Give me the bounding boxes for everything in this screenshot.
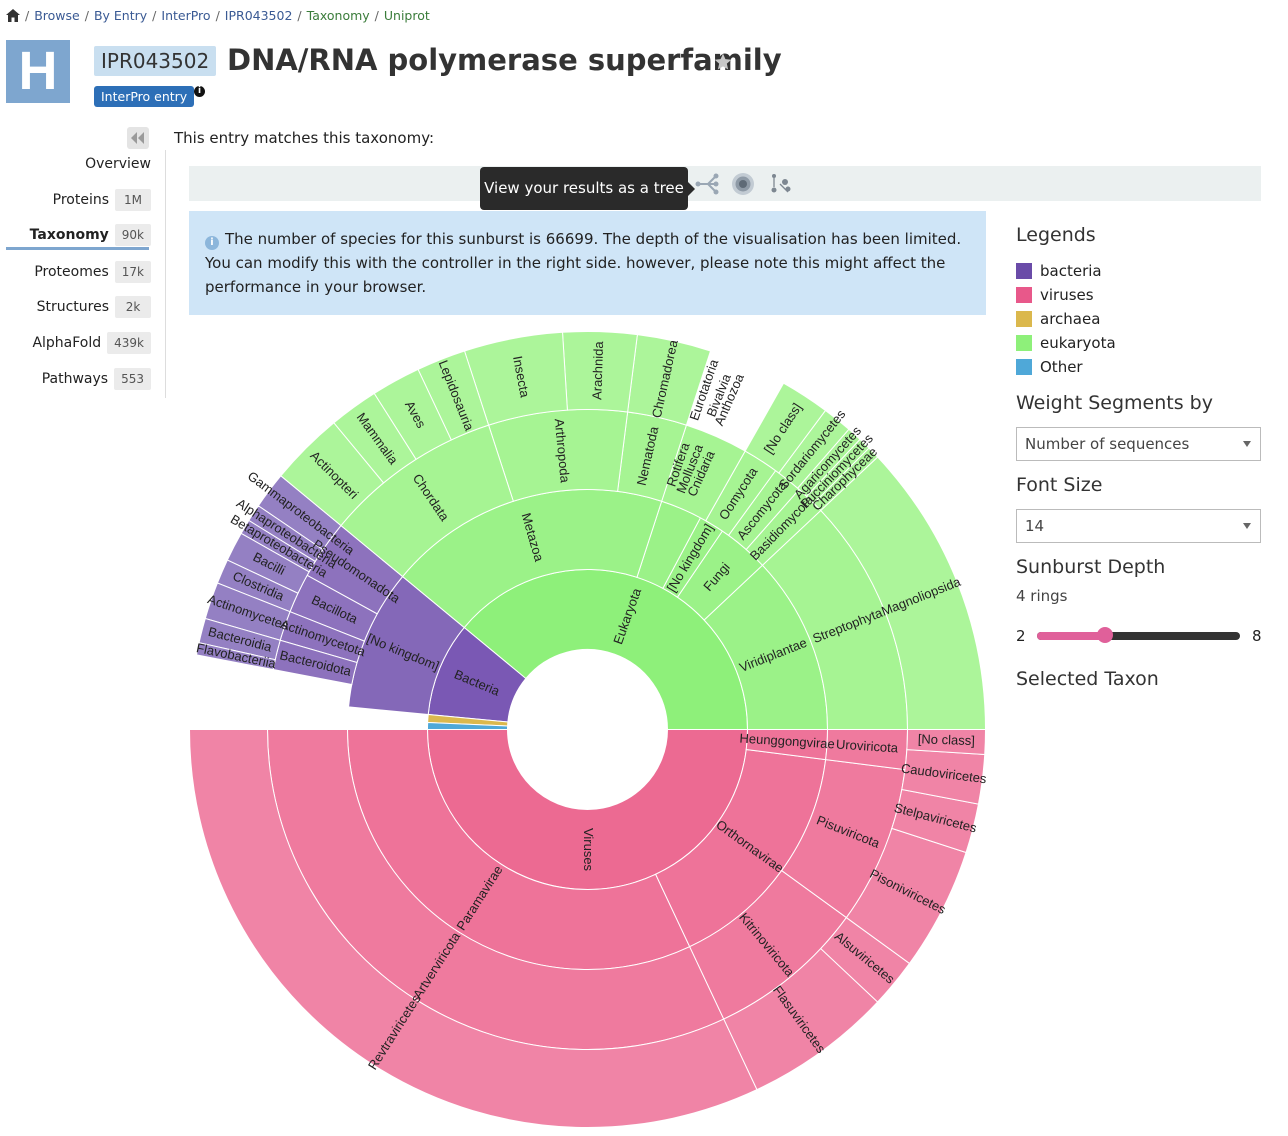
sunburst-view-icon[interactable] [730,172,756,196]
sidebar-item-label: Pathways [41,371,109,387]
font-size-title: Font Size [1016,474,1103,496]
taxonomy-sunburst-chart[interactable]: EukaryotaBacteriaVirusesViridiplantaeFun… [189,331,986,1128]
accession-badge: IPR043502 [94,46,217,76]
star-icon[interactable] [713,52,733,72]
legend-item-viruses[interactable]: viruses [1016,286,1094,304]
breadcrumb-accession[interactable]: IPR043502 [225,8,293,23]
sidebar-item-label: Taxonomy [29,227,109,243]
sidebar-item-label: Overview [85,156,151,172]
weight-segments-title: Weight Segments by [1016,392,1213,414]
slider-max-label: 8 [1252,627,1262,645]
breadcrumb-browse[interactable]: Browse [34,8,80,23]
legend-label: Other [1040,358,1083,376]
sunburst-depth-value: 4 rings [1016,587,1068,605]
breadcrumb-separator: / [84,8,89,23]
sunburst-label: Arachnida [589,340,606,400]
legend-item-archaea[interactable]: archaea [1016,310,1100,328]
info-circle-icon: i [205,236,219,250]
sidebar-item-label: Structures [36,299,109,315]
font-size-select[interactable]: 14 [1016,509,1261,543]
sidebar-item-structures[interactable]: Structures 2k [37,296,151,318]
caret-down-icon [1243,441,1251,447]
sidebar-item-taxonomy[interactable]: Taxonomy 90k [30,224,151,246]
entry-type-badge[interactable]: InterPro entry [94,86,195,107]
caret-down-icon [1243,523,1251,529]
collapse-sidebar-button[interactable] [127,127,149,149]
sunburst-label: Viruses [581,828,596,872]
legend-label: archaea [1040,310,1101,328]
species-limit-callout: i The number of species for this sunburst… [189,211,986,315]
breadcrumb-taxonomy[interactable]: Taxonomy [307,8,370,23]
count-badge: 439k [107,332,151,354]
sidebar: Overview Proteins 1M Taxonomy 90k Proteo… [6,150,166,398]
page-title: DNA/RNA polymerase superfamily [227,43,782,77]
legend-label: bacteria [1040,262,1102,280]
legend-swatch [1016,263,1032,279]
sidebar-item-label: Proteomes [34,264,109,280]
sunburst-depth-title: Sunburst Depth [1016,556,1166,578]
legend-item-other[interactable]: Other [1016,358,1083,376]
active-tab-indicator [6,247,149,250]
view-tooltip: View your results as a tree [480,167,695,210]
legend-swatch [1016,335,1032,351]
selected-taxon-title: Selected Taxon [1016,668,1159,690]
home-icon[interactable] [6,9,20,22]
depth-slider[interactable] [1037,627,1240,643]
count-badge: 90k [114,224,151,246]
breadcrumb-separator: / [25,8,30,23]
count-badge: 17k [114,261,151,283]
taxonomy-icon[interactable] [768,172,794,196]
breadcrumb-uniprot: Uniprot [383,8,430,23]
sidebar-item-label: AlphaFold [32,335,102,351]
select-value: Number of sequences [1025,435,1190,453]
count-badge: 2k [115,296,151,318]
breadcrumb-separator: / [215,8,220,23]
breadcrumb: / Browse / By Entry / InterPro / IPR0435… [6,8,430,23]
sidebar-item-pathways[interactable]: Pathways 553 [42,368,151,390]
sunburst-center[interactable] [508,650,667,809]
breadcrumb-interpro[interactable]: InterPro [161,8,210,23]
tree-view-icon[interactable] [694,172,720,196]
legend-label: viruses [1040,286,1094,304]
breadcrumb-by-entry[interactable]: By Entry [94,8,147,23]
sidebar-item-alphafold[interactable]: AlphaFold 439k [32,332,151,354]
legend-item-bacteria[interactable]: bacteria [1016,262,1102,280]
entry-type-logo: H [6,40,70,103]
breadcrumb-separator: / [152,8,157,23]
breadcrumb-separator: / [297,8,302,23]
info-icon[interactable]: i [194,86,205,97]
sunburst-label: [No class] [918,731,976,748]
count-badge: 553 [114,368,151,390]
sidebar-item-label: Proteins [52,192,109,208]
select-value: 14 [1025,517,1045,535]
legend-swatch [1016,311,1032,327]
view-toolbar [189,166,1261,201]
callout-text: The number of species for this sunburst … [205,230,962,296]
breadcrumb-separator: / [374,8,379,23]
slider-min-label: 2 [1016,627,1026,645]
legend-label: eukaryota [1040,334,1116,352]
sidebar-item-proteomes[interactable]: Proteomes 17k [34,261,151,283]
weight-segments-select[interactable]: Number of sequences [1016,427,1261,461]
legend-item-eukaryota[interactable]: eukaryota [1016,334,1116,352]
legend-swatch [1016,359,1032,375]
matches-text: This entry matches this taxonomy: [174,129,435,147]
slider-thumb[interactable] [1096,627,1113,643]
sidebar-item-proteins[interactable]: Proteins 1M [53,189,151,211]
sidebar-item-overview[interactable]: Overview [85,156,151,172]
legend-swatch [1016,287,1032,303]
double-chevron-left-icon [131,132,144,144]
slider-fill [1037,632,1105,640]
legends-title: Legends [1016,224,1096,246]
count-badge: 1M [115,189,151,211]
